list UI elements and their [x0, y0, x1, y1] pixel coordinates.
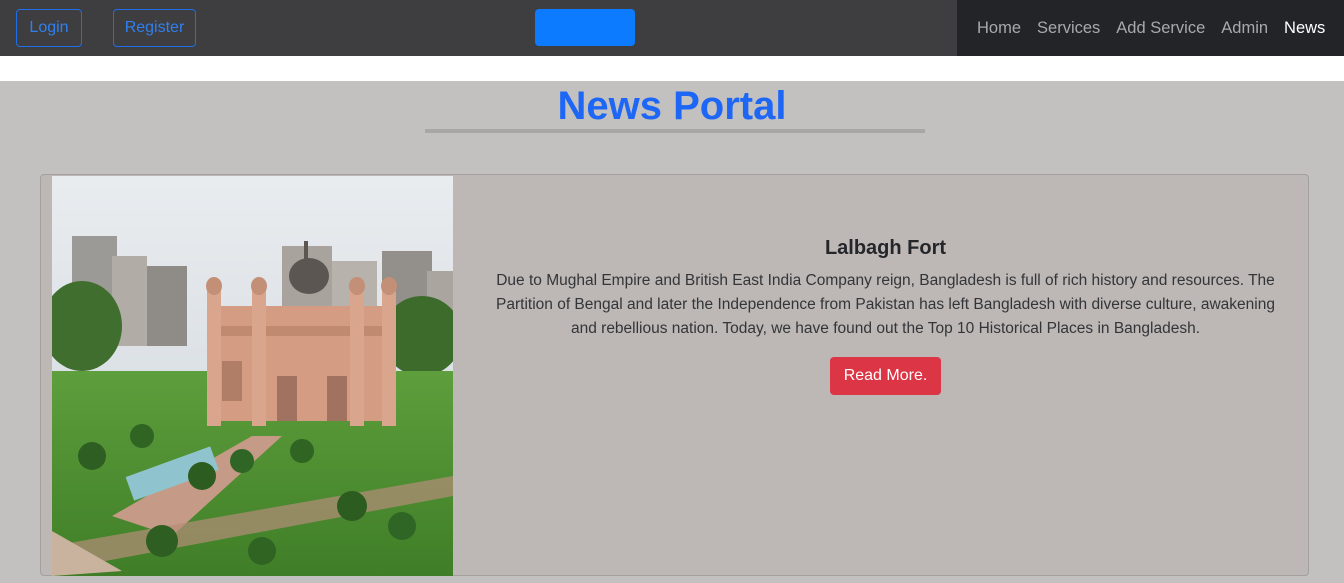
news-card-text: Due to Mughal Empire and British East In… — [496, 272, 1275, 337]
nav-admin[interactable]: Admin — [1221, 19, 1268, 38]
page-title: News Portal — [557, 84, 787, 128]
title-underline — [425, 129, 925, 133]
login-button[interactable]: Login — [16, 9, 82, 47]
nav-services[interactable]: Services — [1037, 19, 1100, 38]
nav-add-service[interactable]: Add Service — [1116, 19, 1205, 38]
top-navbar: Login Register Home Services Add Service… — [0, 0, 1344, 56]
nav-news[interactable]: News — [1284, 19, 1325, 38]
read-more-button[interactable]: Read More. — [829, 357, 942, 395]
primary-blue-button[interactable] — [535, 9, 635, 46]
nav-home[interactable]: Home — [977, 19, 1021, 38]
main-nav: Home Services Add Service Admin News — [957, 0, 1344, 56]
register-button[interactable]: Register — [113, 9, 196, 47]
news-card: Lalbagh Fort Due to Mughal Empire and Br… — [40, 174, 1309, 576]
news-card-body: Lalbagh Fort Due to Mughal Empire and Br… — [483, 237, 1288, 395]
news-card-title: Lalbagh Fort — [824, 237, 947, 259]
news-image — [52, 176, 453, 576]
header-spacer — [0, 56, 1344, 81]
